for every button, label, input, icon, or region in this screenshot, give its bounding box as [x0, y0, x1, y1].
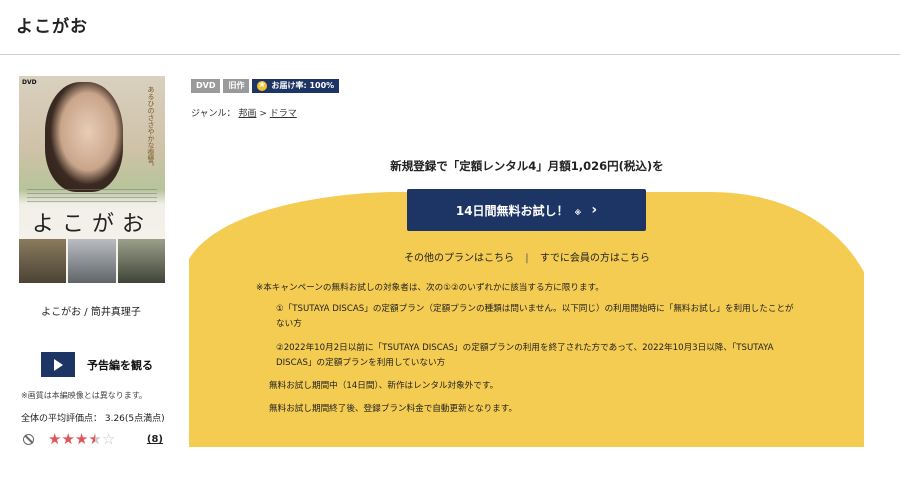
play-icon — [41, 352, 75, 377]
campaign-condition: 無料お試し期間終了後、登録プラン料金で自動更新となります。 — [269, 404, 518, 414]
badge-group: DVD 旧作 お届け率: 100% — [191, 79, 340, 93]
delivery-rate-badge: お届け率: 100% — [252, 79, 340, 93]
campaign-condition: 無料お試し期間中（14日間）、新作はレンタル対象外です。 — [269, 381, 499, 391]
genre-link-child[interactable]: ドラマ — [270, 109, 297, 119]
rating-stars: ★★★★☆ — [48, 432, 115, 447]
dvd-cover-image[interactable]: DVD あるひのささやかな復讐。 よこがお — [19, 76, 165, 283]
image-quality-note: ※画質は本編映像とは異なります。 — [21, 391, 147, 400]
genre-separator: > — [259, 109, 267, 119]
star-coin-icon — [257, 80, 268, 91]
star-icon: ☆ — [101, 430, 116, 448]
campaign-condition: ①「TSUTAYA DISCAS」の定額プラン（定額プランの種類は問いません。以… — [276, 304, 794, 329]
campaign-condition: ②2022年10月2日以前に「TSUTAYA DISCAS」の定額プランの利用を… — [276, 343, 774, 368]
poster-scene-strip — [19, 239, 165, 283]
poster-dvd-tag: DVD — [22, 79, 37, 86]
genre-breadcrumb: ジャンル： 邦画 > ドラマ — [191, 106, 297, 119]
star-icon: ★ — [88, 430, 102, 448]
no-entry-icon[interactable] — [23, 434, 34, 445]
delivery-rate-text: お届け率: 100% — [271, 81, 335, 90]
header-divider — [0, 54, 900, 55]
star-icon: ★ — [48, 430, 62, 448]
free-trial-button[interactable]: 14日間無料お試し！ ※ › — [407, 189, 646, 231]
genre-link-parent[interactable]: 邦画 — [238, 109, 256, 119]
trailer-button[interactable]: 予告編を観る — [41, 352, 153, 377]
review-count-link[interactable]: (8) — [147, 434, 163, 445]
old-title-badge: 旧作 — [223, 79, 250, 93]
poster-tagline: あるひのささやかな復讐。 — [147, 86, 155, 170]
genre-label: ジャンル： — [191, 109, 236, 119]
plan-links: その他のプランはこちら | すでに会員の方はこちら — [190, 249, 864, 264]
links-divider: | — [525, 253, 529, 264]
poster-portrait — [45, 82, 123, 192]
chevron-right-icon: › — [591, 202, 598, 218]
free-trial-label: 14日間無料お試し！ — [455, 203, 569, 218]
format-badge: DVD — [191, 79, 221, 93]
free-trial-mark: ※ — [574, 209, 582, 217]
star-icon: ★ — [74, 430, 89, 448]
rating-row: ★★★★☆ (8) — [23, 432, 163, 447]
trailer-label: 予告編を観る — [87, 358, 153, 372]
poster-credits — [27, 189, 157, 203]
member-login-link[interactable]: すでに会員の方はこちら — [540, 253, 650, 264]
other-plans-link[interactable]: その他のプランはこちら — [404, 253, 514, 264]
poster-caption: よこがお / 筒井真理子 — [41, 307, 141, 318]
average-rating-text: 全体の平均評価点： 3.26(5点満点) — [21, 414, 165, 424]
page-title: よこがお — [16, 17, 88, 37]
campaign-condition: ※本キャンペーンの無料お試しの対象者は、次の①②のいずれかに該当する方に限ります… — [256, 283, 604, 293]
campaign-title: 新規登録で「定額レンタル4」月額1,026円(税込)を — [390, 159, 664, 173]
poster-title-art: よこがお — [31, 212, 152, 237]
star-icon: ★ — [61, 430, 75, 448]
